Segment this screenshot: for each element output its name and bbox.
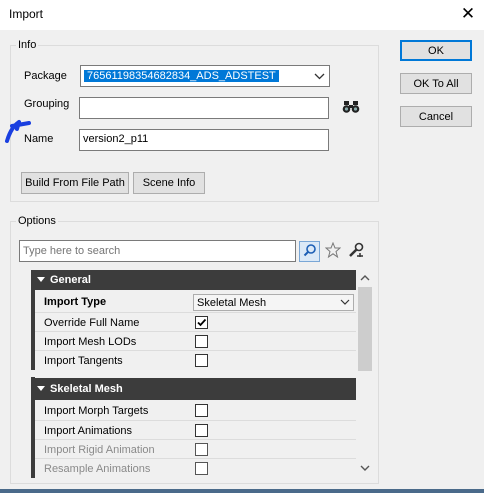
property-label: Import Tangents — [44, 355, 123, 367]
property-label: Import Rigid Animation — [44, 444, 155, 456]
close-button[interactable]: ✕ — [456, 2, 480, 26]
checkmark-icon — [197, 318, 207, 327]
override-full-name-checkbox[interactable] — [195, 316, 208, 329]
wrench-key-icon — [347, 242, 365, 261]
options-group-label: Options — [16, 215, 58, 227]
package-label: Package — [24, 70, 67, 82]
property-row-resample-animations: Resample Animations — [35, 458, 356, 477]
property-row-override-full-name: Override Full Name — [35, 312, 356, 331]
property-label: Import Animations — [44, 425, 133, 437]
settings-button[interactable] — [345, 241, 367, 262]
build-from-file-path-button[interactable]: Build From File Path — [21, 172, 129, 194]
search-button[interactable] — [299, 241, 320, 262]
import-tangents-checkbox[interactable] — [195, 354, 208, 367]
package-selected-text: 76561198354682834_ADS_ADSTEST — [84, 70, 279, 82]
ok-to-all-button[interactable]: OK To All — [400, 73, 472, 94]
grouping-label: Grouping — [24, 98, 70, 110]
property-row-import-tangents: Import Tangents — [35, 350, 356, 369]
property-row-import-animations: Import Animations — [35, 420, 356, 439]
scene-info-button[interactable]: Scene Info — [133, 172, 205, 194]
search-icon — [303, 243, 317, 260]
scroll-down-arrow-icon[interactable] — [357, 460, 373, 476]
search-input[interactable] — [19, 240, 296, 262]
chevron-down-icon — [340, 297, 350, 310]
chevron-down-icon — [314, 70, 325, 85]
window-title: Import — [9, 7, 44, 21]
info-group-label: Info — [16, 39, 39, 51]
property-row-import-rigid-animation: Import Rigid Animation — [35, 439, 356, 458]
grouping-field[interactable] — [79, 97, 329, 119]
property-row-import-mesh-lods: Import Mesh LODs — [35, 331, 356, 350]
category-header-general[interactable]: General — [31, 270, 356, 290]
resample-animations-checkbox[interactable] — [195, 462, 208, 475]
star-icon — [324, 241, 341, 261]
import-type-dropdown[interactable]: Skeletal Mesh — [193, 294, 354, 311]
import-morph-targets-checkbox[interactable] — [195, 404, 208, 417]
binoculars-icon — [342, 100, 360, 117]
property-label: Import Morph Targets — [44, 405, 149, 417]
scrollbar-thumb[interactable] — [358, 287, 372, 371]
property-label: Override Full Name — [44, 317, 140, 329]
taskbar-edge — [0, 489, 484, 493]
cancel-button[interactable]: Cancel — [400, 106, 472, 127]
category-header-skeletal-mesh[interactable]: Skeletal Mesh — [31, 378, 356, 400]
name-field[interactable]: version2_p11 — [79, 129, 329, 151]
collapse-arrow-icon — [37, 277, 45, 283]
collapse-arrow-icon — [37, 386, 45, 392]
category-gap — [31, 370, 356, 377]
vertical-scrollbar[interactable] — [357, 270, 373, 478]
favorites-button[interactable] — [322, 241, 343, 262]
import-animations-checkbox[interactable] — [195, 424, 208, 437]
search-text-input[interactable] — [20, 241, 295, 260]
property-label: Resample Animations — [44, 463, 151, 475]
property-row-import-type: Import Type Skeletal Mesh — [35, 293, 356, 311]
property-grid: General Import Type Skeletal Mesh Overri… — [31, 270, 356, 478]
property-label: Import Type — [44, 296, 107, 308]
property-row-import-morph-targets: Import Morph Targets — [35, 401, 356, 420]
ok-button[interactable]: OK — [400, 40, 472, 61]
title-bar — [0, 0, 484, 30]
import-mesh-lods-checkbox[interactable] — [195, 335, 208, 348]
name-label: Name — [24, 133, 54, 145]
import-rigid-animation-checkbox[interactable] — [195, 443, 208, 456]
property-label: Import Mesh LODs — [44, 336, 137, 348]
scroll-up-arrow-icon[interactable] — [357, 270, 373, 286]
import-type-value: Skeletal Mesh — [197, 297, 267, 309]
package-dropdown[interactable]: 76561198354682834_ADS_ADSTEST — [80, 65, 330, 87]
browse-button[interactable] — [340, 98, 362, 118]
